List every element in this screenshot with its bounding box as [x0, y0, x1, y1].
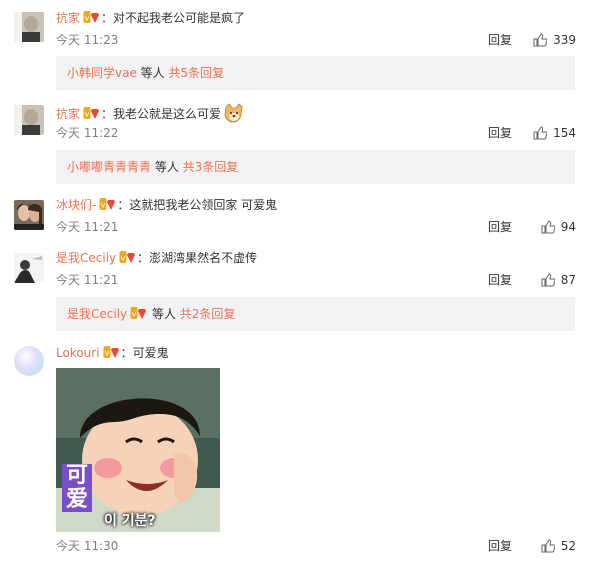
like-count: 154	[553, 126, 576, 140]
reply-button[interactable]: 回复	[488, 219, 512, 235]
vip-badge-icon: v	[103, 345, 120, 360]
like-button[interactable]: 94	[541, 219, 576, 235]
like-button[interactable]: 154	[533, 125, 576, 141]
reply-button[interactable]: 回复	[488, 538, 512, 554]
vip-badge-icon: v	[130, 300, 147, 319]
comment-text: ：澎湖湾果然名不虚传	[137, 251, 258, 265]
reply-button[interactable]: 回复	[488, 272, 512, 288]
comment-time: 今天 11:21	[56, 220, 119, 234]
reply-summary-users[interactable]: 是我Cecily	[67, 307, 127, 321]
avatar[interactable]	[14, 12, 44, 42]
comment-sticker-image[interactable]: 可爱 이 기분?	[56, 368, 220, 532]
view-replies-link[interactable]: 共2条回复	[180, 307, 236, 321]
view-replies-link[interactable]: 共3条回复	[183, 160, 239, 174]
thumbs-up-icon	[533, 33, 548, 47]
avatar[interactable]	[14, 200, 44, 230]
like-button[interactable]: 87	[541, 272, 576, 288]
comment-time: 今天 11:23	[56, 33, 119, 47]
comment-time: 今天 11:22	[56, 126, 119, 140]
comment-username[interactable]: 是我Cecily	[56, 251, 116, 265]
svg-text:v: v	[101, 201, 106, 210]
svg-text:v: v	[85, 14, 90, 23]
comment-username[interactable]: Lokouri	[56, 346, 100, 360]
sticker-caption-big: 可爱	[62, 464, 92, 512]
thumbs-up-icon	[541, 539, 555, 553]
like-count: 52	[560, 539, 576, 553]
reply-button[interactable]: 回复	[488, 32, 512, 48]
thumbs-up-icon	[541, 273, 555, 287]
comment-username[interactable]: 冰块们-	[56, 198, 96, 212]
reply-button[interactable]: 回复	[488, 125, 512, 141]
reply-summary-bar: 小韩同学vae 等人 共5条回复	[56, 56, 575, 90]
reply-summary-users[interactable]: 小韩同学vae	[67, 66, 137, 80]
comment-text: ：可爱鬼	[120, 346, 169, 360]
svg-text:v: v	[104, 349, 109, 358]
svg-text:v: v	[132, 310, 137, 319]
like-button[interactable]: 339	[533, 32, 576, 48]
avatar[interactable]	[14, 346, 44, 376]
doge-emoji-icon	[223, 103, 245, 127]
like-button[interactable]: 52	[541, 538, 576, 554]
comment-item: 冰块们-v ：这就把我老公领回家 可爱鬼 今天 11:21 回复 94	[0, 197, 596, 237]
like-count: 339	[553, 33, 576, 47]
reply-summary-users[interactable]: 小嘟嘟青青青青	[67, 160, 151, 174]
comment-item: 抗家 v ：我老公就是这么可爱 今天 11:22 回复 154	[0, 103, 596, 143]
vip-badge-icon: v	[83, 10, 100, 25]
reply-summary-text: 等人	[136, 66, 169, 80]
svg-text:v: v	[121, 254, 126, 263]
reply-summary-text: 等人	[148, 307, 180, 321]
avatar[interactable]	[14, 253, 44, 283]
comment-username[interactable]: 抗家	[56, 107, 80, 121]
like-count: 87	[560, 273, 576, 287]
avatar[interactable]	[14, 105, 44, 135]
view-replies-link[interactable]: 共5条回复	[168, 66, 224, 80]
comment-time: 今天 11:21	[56, 273, 119, 287]
comment-time: 今天 11:30	[56, 539, 119, 553]
comment-item: 抗家 v ：对不起我老公可能是疯了 今天 11:23 回复 339	[0, 10, 596, 50]
vip-badge-icon: v	[99, 197, 116, 212]
comment-text: ：我老公就是这么可爱	[101, 107, 222, 121]
comment-text: ：这就把我老公领回家 可爱鬼	[117, 198, 278, 212]
comment-item: 是我Cecily v ：澎湖湾果然名不虚传 今天 11:21 回复 87	[0, 250, 596, 290]
vip-badge-icon: v	[83, 106, 100, 121]
reply-summary-bar: 小嘟嘟青青青青 等人 共3条回复	[56, 150, 575, 184]
comment-text: ：对不起我老公可能是疯了	[101, 11, 246, 25]
svg-text:v: v	[85, 110, 90, 119]
reply-summary-text: 等人	[151, 160, 183, 174]
vip-badge-icon: v	[119, 250, 136, 265]
like-count: 94	[560, 220, 576, 234]
comment-username[interactable]: 抗家	[56, 11, 80, 25]
reply-summary-bar: 是我Cecily v 等人 共2条回复	[56, 297, 575, 331]
sticker-caption-korean: 이 기분?	[104, 513, 156, 529]
thumbs-up-icon	[541, 220, 555, 234]
thumbs-up-icon	[533, 126, 548, 140]
